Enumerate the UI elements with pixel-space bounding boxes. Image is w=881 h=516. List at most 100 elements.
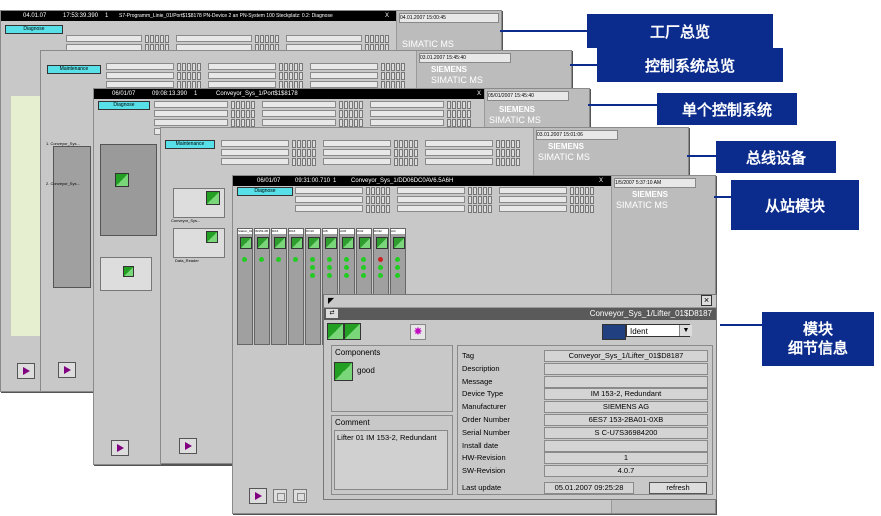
status-segment [590, 205, 594, 213]
view-icon[interactable] [602, 324, 626, 340]
status-field[interactable] [370, 110, 471, 118]
status-field[interactable] [323, 140, 418, 148]
status-segments [381, 72, 405, 80]
cs-rack [53, 146, 91, 288]
status-field[interactable] [221, 158, 316, 166]
status-field[interactable] [221, 140, 316, 148]
status-segment [292, 149, 296, 157]
status-field[interactable] [295, 205, 390, 213]
status-field[interactable] [208, 63, 303, 71]
status-field[interactable] [106, 72, 201, 80]
status-segment [231, 119, 235, 127]
titlebar-close[interactable]: X [385, 11, 389, 21]
status-field[interactable] [499, 205, 594, 213]
status-field[interactable] [425, 158, 520, 166]
status-field[interactable] [370, 119, 471, 127]
status-segment [462, 119, 466, 127]
module-led [344, 257, 349, 262]
status-segment [394, 140, 398, 148]
status-segment [246, 119, 250, 127]
status-field[interactable] [397, 196, 492, 204]
slave-module[interactable]: DO16 [305, 228, 321, 345]
sm-nav-button[interactable] [273, 489, 287, 503]
slave-module[interactable]: Station_01 [237, 228, 253, 345]
status-segment [386, 63, 390, 71]
ident-row: Manufacturer SIEMENS AG [459, 401, 709, 414]
titlebar-close[interactable]: X [599, 176, 603, 186]
diagnose-label[interactable]: Diagnose [237, 187, 293, 196]
status-field[interactable] [295, 196, 390, 204]
status-segment [187, 63, 191, 71]
status-field[interactable] [370, 101, 471, 109]
chevron-down-icon[interactable]: ▼ [679, 325, 692, 336]
status-segment [516, 149, 520, 157]
titlebar-count: 1 [194, 91, 198, 97]
status-field[interactable] [397, 205, 492, 213]
status-segment [260, 35, 264, 43]
bd-station-icon[interactable] [173, 188, 225, 218]
status-good-icon-2[interactable] [344, 323, 361, 340]
status-field[interactable] [425, 149, 520, 157]
comment-text[interactable]: Lifter 01 IM 153-2, Redundant [334, 430, 448, 490]
slave-module[interactable]: DI16 [288, 228, 304, 345]
status-segment [284, 72, 288, 80]
last-update-row: Last update 05.01.2007 09:25:28 refresh [459, 482, 709, 494]
status-field[interactable] [262, 110, 363, 118]
component-good-icon[interactable] [334, 362, 353, 381]
dock-icon[interactable]: ⇄ [326, 309, 338, 318]
status-segment [414, 149, 418, 157]
status-field[interactable] [499, 187, 594, 195]
status-good-icon[interactable] [327, 323, 344, 340]
status-field[interactable] [208, 72, 303, 80]
titlebar-close[interactable]: X [477, 89, 481, 99]
status-segment [246, 110, 250, 118]
wrench-icon[interactable]: ✸ [410, 324, 426, 340]
bd-reader-icon[interactable] [173, 228, 225, 258]
pin-icon[interactable]: ◤ [328, 296, 334, 305]
sm-nav-arrow[interactable] [249, 488, 267, 504]
scs-nav-arrow[interactable] [111, 440, 129, 456]
status-segments [339, 119, 363, 127]
status-field[interactable] [286, 35, 389, 43]
status-field[interactable] [310, 63, 405, 71]
slave-module[interactable]: IM153-2B [254, 228, 270, 345]
maintenance-label[interactable]: Maintenance [165, 140, 215, 149]
status-field[interactable] [310, 72, 405, 80]
maintenance-label[interactable]: Maintenance [47, 65, 101, 74]
status-field[interactable] [425, 140, 520, 148]
status-field[interactable] [262, 101, 363, 109]
dialog-close-button[interactable]: × [701, 295, 712, 306]
status-field[interactable] [221, 149, 316, 157]
status-segments [231, 119, 255, 127]
sm-nav-button-2[interactable] [293, 489, 307, 503]
cs-nav-arrow[interactable] [58, 362, 76, 378]
status-segments [177, 72, 201, 80]
status-segment [511, 158, 515, 166]
status-field[interactable] [323, 158, 418, 166]
refresh-button[interactable]: refresh [649, 482, 707, 494]
titlebar-count: 1 [333, 178, 337, 184]
status-bar [370, 101, 444, 108]
status-bar [154, 101, 228, 108]
status-field[interactable] [176, 35, 279, 43]
status-field[interactable] [499, 196, 594, 204]
status-segment [585, 205, 589, 213]
module-detail-dialog: ◤ × ⇄ Conveyor_Sys_1/Lifter_01$D8187 ✸ I… [323, 294, 717, 500]
status-field[interactable] [154, 119, 255, 127]
status-field[interactable] [66, 35, 169, 43]
diagnose-label[interactable]: Diagnose [5, 25, 63, 34]
callout-line-1 [500, 30, 590, 32]
status-field[interactable] [262, 119, 363, 127]
module-header: DI16 [289, 229, 303, 234]
status-field[interactable] [397, 187, 492, 195]
diagnose-label[interactable]: Diagnose [98, 101, 150, 110]
status-field[interactable] [295, 187, 390, 195]
plant-nav-arrow[interactable] [17, 363, 35, 379]
bd-nav-arrow[interactable] [179, 438, 197, 454]
slave-module[interactable]: DI16 [271, 228, 287, 345]
status-field[interactable] [323, 149, 418, 157]
status-field[interactable] [154, 101, 255, 109]
status-field[interactable] [106, 63, 201, 71]
callout-slave-module: 从站模块 [731, 180, 859, 230]
status-field[interactable] [154, 110, 255, 118]
